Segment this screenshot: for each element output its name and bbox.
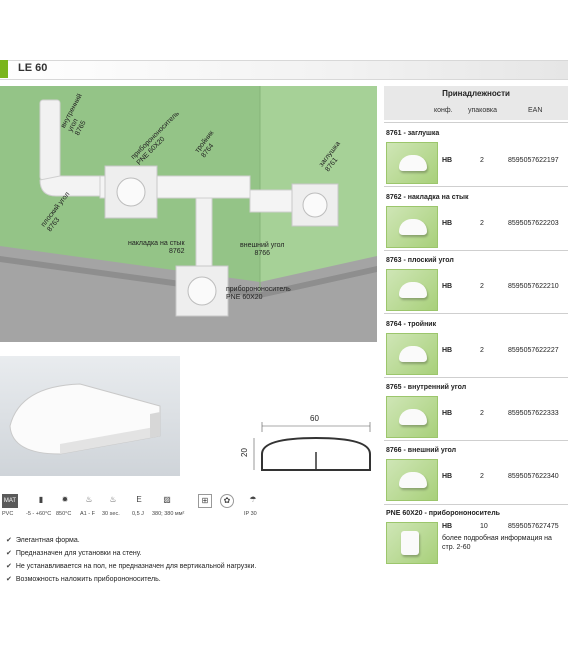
socket-icon: ⊞	[198, 494, 212, 508]
accessory-ean: 8595057622210	[508, 283, 559, 290]
accessory-conf: НВ	[442, 523, 453, 530]
divider	[384, 504, 568, 505]
divider	[384, 250, 568, 251]
profile-photo-svg	[9, 383, 161, 455]
accessory-ean: 8595057622197	[508, 157, 559, 164]
divider	[384, 122, 568, 123]
accessory-title: 8765 - внутренний угол	[386, 384, 467, 391]
accessory-thumbnail	[386, 522, 438, 564]
accessory-title: 8766 - внешний угол	[386, 447, 457, 454]
cross-section-icon: ▨	[163, 495, 171, 504]
header-accent	[0, 60, 8, 78]
feature-item: ✔ Предназначен для установки на стену.	[6, 549, 142, 557]
column-header-pack: упаковка	[468, 107, 498, 114]
halogen-free-icon: ✿	[220, 494, 234, 508]
feature-text: Предназначен для установки на стену.	[15, 550, 142, 557]
accessory-ean: 8595057622340	[508, 473, 559, 480]
accessory-thumbnail	[386, 459, 438, 501]
column-header-conf: конф.	[434, 107, 453, 114]
icon-label: 0,5 J	[132, 511, 144, 517]
impact-icon: E	[136, 495, 142, 504]
dimension-width: 60	[310, 414, 319, 423]
accessory-note: более подробная информация на стр. 2-60	[442, 535, 552, 551]
accessories-title: Принадлежности	[442, 89, 510, 98]
accessory-pack: 2	[480, 473, 484, 480]
temperature-icon: ▮	[38, 495, 44, 504]
icon-label: A1 - F	[80, 511, 95, 517]
accessory-conf: НВ	[442, 220, 453, 227]
icon-label: 380; 380 мм²	[152, 511, 185, 517]
icon-label: -5 - +60°C	[26, 511, 52, 517]
accessory-title: 8764 - тройник	[386, 321, 437, 328]
accessory-pack: 2	[480, 283, 484, 290]
label-joint-cover: накладка на стык 8762	[128, 240, 185, 255]
flame-time-icon: ♨	[109, 495, 117, 504]
accessory-pack: 2	[480, 220, 484, 227]
column-header-ean: EAN	[528, 107, 543, 114]
accessory-title: 8761 - заглушка	[386, 130, 440, 137]
accessory-ean: 8595057622203	[508, 220, 559, 227]
ip-icon: ☂	[249, 495, 257, 504]
accessory-ean: 8595057622333	[508, 410, 559, 417]
feature-text: Не устанавливается на пол, не предназнач…	[15, 563, 257, 570]
accessory-thumbnail	[386, 333, 438, 375]
header-bar	[0, 60, 568, 80]
accessory-pack: 2	[480, 157, 484, 164]
accessory-conf: НВ	[442, 283, 453, 290]
feature-item: ✔ Не устанавливается на пол, не предназна…	[6, 562, 256, 570]
feature-text: Элегантная форма.	[15, 537, 80, 544]
accessories-panel: Принадлежности конф. упаковка EAN 8761 -…	[384, 86, 568, 564]
feature-item: ✔ Возможность наложить приборононоситель.	[6, 575, 161, 583]
fire-test-icon: ✹	[61, 495, 69, 504]
divider	[384, 313, 568, 314]
spec-icon-strip: MAT PVC ▮ -5 - +60°C ✹ 850°C ♨ A1 - F ♨ …	[0, 494, 268, 524]
check-icon: ✔	[6, 537, 12, 544]
icon-label: PVC	[2, 511, 14, 517]
accessory-thumbnail	[386, 396, 438, 438]
cross-section-drawing: 60 20	[236, 412, 376, 480]
accessory-ean: 8595057622227	[508, 347, 559, 354]
accessory-pack: 2	[480, 410, 484, 417]
accessory-ean: 8595057627475	[508, 523, 559, 530]
label-outer-corner: внешний угол 8766	[240, 242, 285, 257]
check-icon: ✔	[6, 550, 12, 557]
accessory-thumbnail	[386, 206, 438, 248]
accessory-conf: НВ	[442, 410, 453, 417]
material-icon: MAT	[2, 494, 18, 508]
icon-label: IP 30	[244, 511, 257, 517]
icon-label: 30 sec.	[102, 511, 120, 517]
divider	[384, 440, 568, 441]
accessory-conf: НВ	[442, 157, 453, 164]
icon-label: 850°C	[56, 511, 72, 517]
feature-item: ✔ Элегантная форма.	[6, 536, 80, 544]
label-device-holder-bottom: приборононоситель PNE 60X20	[226, 286, 291, 301]
dimension-height: 20	[239, 448, 249, 457]
accessory-title: 8762 - накладка на стык	[386, 194, 469, 201]
flame-class-icon: ♨	[85, 495, 93, 504]
accessory-pack: 10	[480, 523, 488, 530]
accessory-thumbnail	[386, 269, 438, 311]
divider	[384, 186, 568, 187]
accessory-title: PNE 60X20 - приборононоситель	[386, 510, 500, 517]
check-icon: ✔	[6, 563, 12, 570]
page-title: LE 60	[18, 62, 48, 74]
accessory-pack: 2	[480, 347, 484, 354]
divider	[384, 377, 568, 378]
accessory-title: 8763 - плоский угол	[386, 257, 454, 264]
accessory-conf: НВ	[442, 473, 453, 480]
profile-photo	[0, 356, 180, 476]
accessory-conf: НВ	[442, 347, 453, 354]
accessory-thumbnail	[386, 142, 438, 184]
installation-illustration: внутренний угол 8765 приборононоситель P…	[0, 86, 377, 342]
cross-section-svg	[253, 422, 371, 471]
check-icon: ✔	[6, 576, 12, 583]
feature-text: Возможность наложить приборононоситель.	[15, 576, 161, 583]
